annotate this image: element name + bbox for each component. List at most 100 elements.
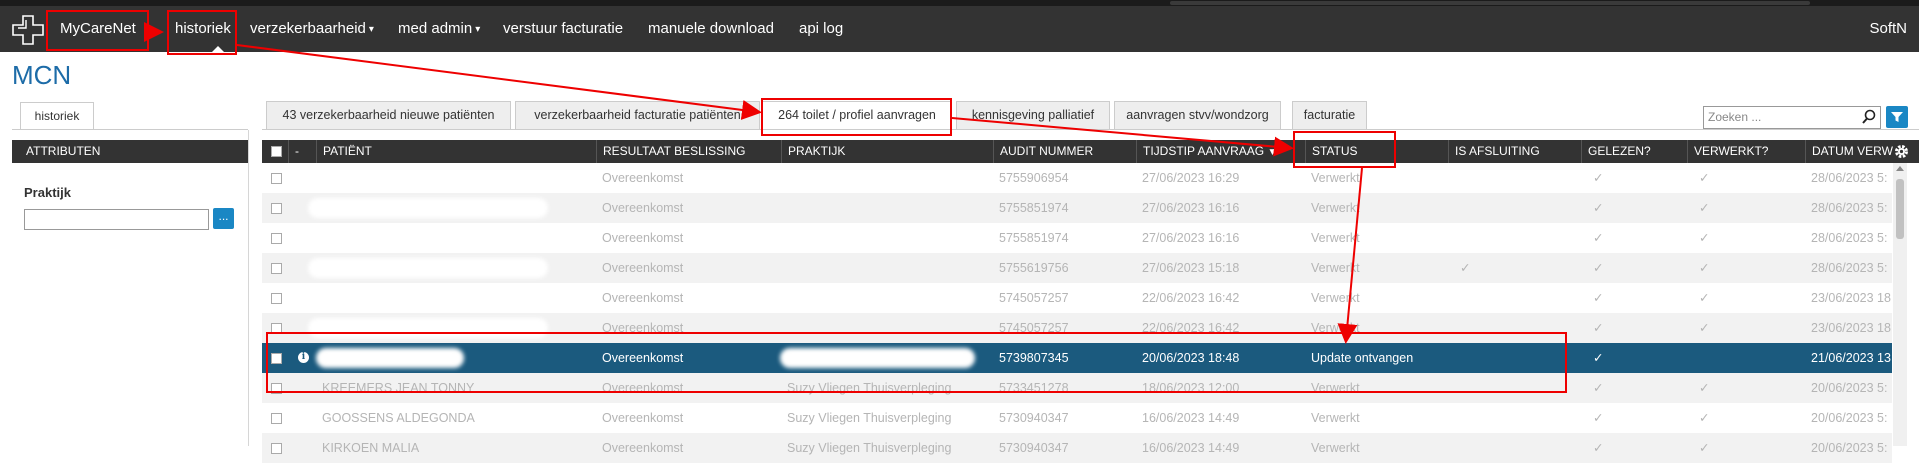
cell-audit: 5755851974 xyxy=(999,201,1069,215)
row-checkbox[interactable] xyxy=(271,383,282,394)
nav-verstuur-facturatie[interactable]: verstuur facturatie xyxy=(503,6,623,52)
cell-datum: 28/06/2023 5: xyxy=(1811,171,1888,185)
cell-resultaat: Overeenkomst xyxy=(602,411,684,425)
table-row[interactable]: KREEMERS JEAN TONNY Suzy Vliegen Thuisver… xyxy=(262,373,1892,403)
header-praktijk[interactable]: PRAKTIJK xyxy=(781,140,993,163)
cell-status: Verwerkt xyxy=(1311,171,1360,185)
header-gelezen[interactable]: GELEZEN? xyxy=(1581,140,1687,163)
table-row[interactable]: Overeenkomst 5755619756 27/06/2023 15:18 Ve… xyxy=(262,253,1892,283)
cell-resultaat: Overeenkomst xyxy=(602,321,684,335)
table-row[interactable]: Overeenkomst 5745057257 22/06/2023 16:42 Ve… xyxy=(262,283,1892,313)
left-tab-divider xyxy=(12,129,248,130)
brand-link[interactable]: MyCareNet xyxy=(60,6,136,52)
scrollbar-thumb[interactable] xyxy=(1896,179,1904,239)
search-input[interactable]: Zoeken ... xyxy=(1703,106,1881,129)
table-row[interactable]: KIRKOEN MALIA Suzy Vliegen Thuisverplegin… xyxy=(262,433,1892,463)
select-all-checkbox[interactable] xyxy=(271,146,282,157)
cell-tijdstip: 16/06/2023 14:49 xyxy=(1142,441,1240,455)
row-checkbox[interactable] xyxy=(271,203,282,214)
table-row[interactable]: Overeenkomst 5745057257 22/06/2023 16:42 Ve… xyxy=(262,313,1892,343)
cell-gelezen: ✓ xyxy=(1593,381,1604,395)
header-verwerkt[interactable]: VERWERKT? xyxy=(1687,140,1805,163)
header-patient[interactable]: PATIËNT xyxy=(316,140,596,163)
grid-header: - PATIËNT RESULTAAT BESLISSING PRAKTIJK … xyxy=(262,140,1919,163)
table-row[interactable]: Overeenkomst 5755851974 27/06/2023 16:16 Ve… xyxy=(262,193,1892,223)
cell-audit: 5730940347 xyxy=(999,441,1069,455)
header-resultaat[interactable]: RESULTAAT BESLISSING xyxy=(596,140,781,163)
cell-resultaat: Overeenkomst xyxy=(602,261,684,275)
table-row[interactable]: GOOSSENS ALDEGONDA Suzy Vliegen Thuisverp… xyxy=(262,403,1892,433)
header-select-all[interactable] xyxy=(262,140,288,163)
row-checkbox[interactable] xyxy=(271,263,282,274)
row-checkbox[interactable] xyxy=(271,413,282,424)
nav-med-admin-label: med admin xyxy=(398,20,473,37)
cell-gelezen: ✓ xyxy=(1593,291,1604,305)
sort-desc-icon: ▼ xyxy=(1267,147,1278,158)
cell-tijdstip: 27/06/2023 16:29 xyxy=(1142,171,1240,185)
table-row[interactable]: Overeenkomst 5755851974 27/06/2023 16:16 Ve… xyxy=(262,223,1892,253)
nav-med-admin[interactable]: med admin ▾ xyxy=(398,6,480,52)
cell-status: Verwerkt xyxy=(1311,441,1360,455)
nav-historiek-label: historiek xyxy=(175,20,231,37)
header-status[interactable]: STATUS xyxy=(1305,140,1448,163)
redacted-patient xyxy=(308,318,548,338)
user-menu[interactable]: SoftN xyxy=(1869,6,1907,52)
row-checkbox[interactable] xyxy=(271,443,282,454)
search-icon[interactable] xyxy=(1861,108,1877,126)
search-placeholder: Zoeken ... xyxy=(1708,110,1762,124)
row-checkbox[interactable] xyxy=(271,323,282,334)
cell-verwerkt: ✓ xyxy=(1699,381,1710,395)
cell-status: Verwerkt xyxy=(1311,201,1360,215)
tab-facturatie[interactable]: facturatie xyxy=(1292,101,1367,129)
scroll-up-icon[interactable] xyxy=(1896,166,1904,171)
cell-gelezen: ✓ xyxy=(1593,201,1604,215)
header-tijdstip[interactable]: TIJDSTIP AANVRAAG ▼ xyxy=(1136,140,1305,163)
tab-verzekerbaarheid-nieuwe[interactable]: 43 verzekerbaarheid nieuwe patiënten xyxy=(266,101,511,129)
praktijk-browse-button[interactable]: ... xyxy=(213,208,234,229)
cell-verwerkt: ✓ xyxy=(1699,411,1710,425)
cell-resultaat: Overeenkomst xyxy=(602,171,684,185)
nav-verzekerbaarheid[interactable]: verzekerbaarheid ▾ xyxy=(250,6,374,52)
header-afsluiting[interactable]: IS AFSLUITING xyxy=(1448,140,1581,163)
cell-status: Verwerkt xyxy=(1311,261,1360,275)
header-datum[interactable]: DATUM VERW xyxy=(1805,140,1893,163)
cell-datum: 28/06/2023 5: xyxy=(1811,201,1888,215)
attributes-header: ATTRIBUTEN xyxy=(12,140,248,163)
table-row-selected[interactable]: i Overeenkomst 5739807345 20/06/2023 18:48 U… xyxy=(262,343,1892,373)
tab-kennisgeving-palliatief[interactable]: kennisgeving palliatief xyxy=(956,101,1110,129)
cell-praktijk: Suzy Vliegen Thuisverpleging xyxy=(787,381,952,395)
header-audit[interactable]: AUDIT NUMMER xyxy=(993,140,1136,163)
tab-historiek[interactable]: historiek xyxy=(20,102,94,129)
cell-datum: 23/06/2023 18 xyxy=(1811,291,1891,305)
cell-audit: 5739807345 xyxy=(999,351,1069,365)
nav-manuele-download-label: manuele download xyxy=(648,20,774,37)
table-row[interactable]: Overeenkomst 5755906954 27/06/2023 16:29 Ve… xyxy=(262,163,1892,193)
grid-scrollbar[interactable] xyxy=(1893,163,1907,446)
tab-toilet-profiel[interactable]: 264 toilet / profiel aanvragen xyxy=(762,101,952,130)
tab-aanvragen-stvv[interactable]: aanvragen stvv/wondzorg xyxy=(1114,101,1281,129)
row-checkbox[interactable] xyxy=(271,173,282,184)
cell-verwerkt: ✓ xyxy=(1699,231,1710,245)
row-checkbox[interactable] xyxy=(271,353,282,364)
row-checkbox[interactable] xyxy=(271,233,282,244)
gear-icon[interactable] xyxy=(1893,143,1910,160)
cell-audit: 5730940347 xyxy=(999,411,1069,425)
active-nav-pointer xyxy=(212,46,224,52)
praktijk-input[interactable] xyxy=(24,209,209,230)
redacted-patient xyxy=(308,198,548,218)
window-scrollbar[interactable] xyxy=(1170,1,1810,5)
nav-manuele-download[interactable]: manuele download xyxy=(648,6,774,52)
attributes-header-label: ATTRIBUTEN xyxy=(26,144,101,158)
mycarenet-logo-icon[interactable] xyxy=(12,15,44,45)
cell-datum: 20/06/2023 5: xyxy=(1811,441,1888,455)
cell-patient: KREEMERS JEAN TONNY xyxy=(322,381,475,395)
row-checkbox[interactable] xyxy=(271,293,282,304)
header-tijdstip-label: TIJDSTIP AANVRAAG xyxy=(1143,144,1265,158)
info-icon[interactable]: i xyxy=(298,352,309,363)
cell-tijdstip: 18/06/2023 12:00 xyxy=(1142,381,1240,395)
cell-praktijk: Suzy Vliegen Thuisverpleging xyxy=(787,411,952,425)
nav-api-log[interactable]: api log xyxy=(799,6,843,52)
cell-resultaat: Overeenkomst xyxy=(602,381,684,395)
filter-button[interactable] xyxy=(1886,106,1908,128)
tab-verzekerbaarheid-facturatie[interactable]: verzekerbaarheid facturatie patiënten xyxy=(515,101,760,129)
